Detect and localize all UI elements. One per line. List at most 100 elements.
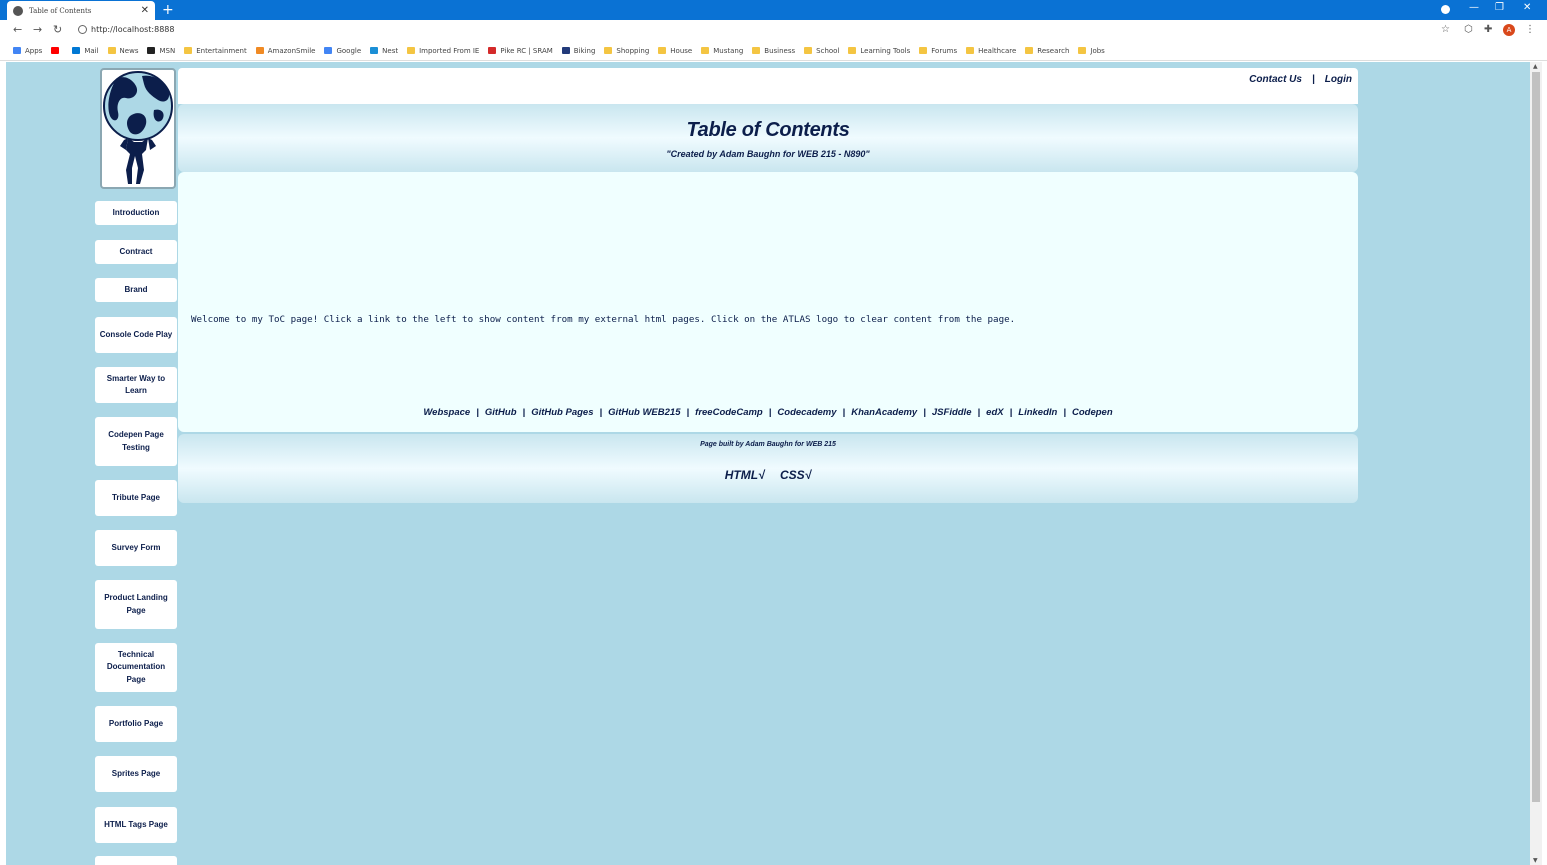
bookmark-item[interactable]: Learning Tools — [848, 47, 910, 55]
bookmark-item[interactable]: MSN — [147, 47, 175, 55]
html-valid-badge[interactable]: HTML√ — [725, 468, 765, 482]
bookmark-item[interactable]: Pike RC | SRAM — [488, 46, 553, 55]
back-arrow-icon[interactable]: ← — [13, 23, 22, 36]
bookmark-label: Pike RC | SRAM — [500, 46, 553, 55]
sidebar-item-introduction[interactable]: Introduction — [95, 201, 177, 225]
footer-credit: Page built by Adam Baughn for WEB 215 — [700, 441, 836, 448]
browser-tab[interactable]: Table of Contents ✕ — [7, 1, 155, 20]
bookmark-item[interactable]: School — [804, 47, 839, 55]
bookmark-item[interactable]: Jobs — [1078, 47, 1105, 55]
contact-us-link[interactable]: Contact Us — [1249, 74, 1302, 85]
bookmark-item[interactable]: Imported From IE — [407, 47, 479, 55]
sidebar-item-portfolio[interactable]: Portfolio Page — [95, 706, 177, 742]
reload-icon[interactable]: ↻ — [53, 23, 62, 36]
css-valid-badge[interactable]: CSS√ — [780, 468, 811, 482]
sidebar-item-tribute-page[interactable]: Tribute Page — [95, 480, 177, 516]
minimize-button[interactable]: — — [1469, 2, 1479, 13]
external-link[interactable]: Codepen — [1072, 407, 1113, 418]
extension-shield-icon[interactable]: ⬡ — [1464, 24, 1473, 35]
bookmark-item[interactable]: Mustang — [701, 47, 743, 55]
bookmark-item[interactable]: Mail — [72, 47, 99, 55]
bookmarks-bar: Apps Mail News MSN Entertainment AmazonSmile G… — [0, 41, 1547, 61]
bookmark-item[interactable]: Shopping — [604, 47, 649, 55]
external-link[interactable]: JSFiddle — [932, 407, 972, 418]
link-separator: | — [842, 407, 846, 418]
sidebar-item-sprites[interactable]: Sprites Page — [95, 756, 177, 792]
bookmark-item[interactable]: Apps — [13, 47, 42, 55]
bookmark-folder-icon — [919, 47, 928, 54]
bookmark-label: Research — [1037, 46, 1070, 55]
external-link[interactable]: KhanAcademy — [851, 407, 917, 418]
bookmark-folder-icon — [966, 47, 975, 54]
bookmark-label: Apps — [25, 46, 43, 55]
page-scrollbar[interactable]: ▲ ▼ — [1530, 62, 1542, 865]
profile-avatar[interactable]: A — [1503, 24, 1515, 36]
bookmark-star-icon[interactable]: ☆ — [1441, 24, 1450, 35]
bookmark-item[interactable]: News — [107, 47, 138, 55]
welcome-text: Welcome to my ToC page! Click a link to … — [191, 314, 1016, 325]
atlas-logo[interactable] — [100, 68, 176, 189]
external-link[interactable]: GitHub WEB215 — [608, 407, 680, 418]
scrollbar-thumb[interactable] — [1532, 72, 1540, 802]
bookmark-label: Entertainment — [196, 46, 247, 55]
bookmark-folder-icon — [184, 47, 193, 54]
sidebar-item-smarter-way[interactable]: Smarter Way to Learn — [95, 367, 177, 403]
external-link[interactable]: edX — [986, 407, 1003, 418]
sidebar-item-html-tags[interactable]: HTML Tags Page — [95, 807, 177, 843]
bookmark-item[interactable]: Healthcare — [966, 47, 1016, 55]
external-link[interactable]: LinkedIn — [1018, 407, 1057, 418]
login-link[interactable]: Login — [1325, 74, 1352, 85]
forward-arrow-icon[interactable]: → — [33, 23, 42, 36]
bookmark-item[interactable]: House — [658, 47, 692, 55]
bookmark-folder-icon — [1025, 47, 1034, 54]
bookmark-label: School — [816, 46, 840, 55]
bookmark-label: Learning Tools — [860, 46, 911, 55]
bookmark-item[interactable]: Research — [1025, 47, 1069, 55]
address-bar[interactable]: http://localhost:8888 — [91, 25, 174, 34]
bookmark-folder-icon — [407, 47, 416, 54]
sidebar-item-partial[interactable] — [95, 856, 177, 865]
main-content: Welcome to my ToC page! Click a link to … — [178, 172, 1358, 432]
tab-title: Table of Contents — [29, 6, 92, 15]
bookmark-folder-icon — [701, 47, 710, 54]
sidebar-item-technical-documentation[interactable]: Technical Documentation Page — [95, 643, 177, 692]
external-link[interactable]: GitHub Pages — [531, 407, 593, 418]
menu-kebab-icon[interactable]: ⋮ — [1525, 24, 1535, 35]
sidebar-item-contract[interactable]: Contract — [95, 240, 177, 264]
external-link[interactable]: Codecademy — [777, 407, 836, 418]
scroll-down-icon[interactable]: ▼ — [1533, 857, 1538, 864]
bookmark-label: House — [670, 46, 693, 55]
site-info-icon[interactable] — [78, 25, 87, 34]
external-link[interactable]: freeCodeCamp — [695, 407, 763, 418]
page-subtitle: "Created by Adam Baughn for WEB 215 - N8… — [666, 149, 870, 159]
sidebar-item-survey-form[interactable]: Survey Form — [95, 530, 177, 566]
bookmark-folder-icon — [804, 47, 813, 54]
bookmark-item[interactable]: Entertainment — [184, 47, 247, 55]
scroll-up-icon[interactable]: ▲ — [1533, 63, 1538, 70]
bookmark-item[interactable]: Business — [752, 47, 795, 55]
bookmark-item[interactable]: Google — [324, 47, 361, 55]
page-title: Table of Contents — [686, 119, 850, 141]
bookmark-item[interactable]: Biking — [561, 47, 595, 55]
record-indicator-icon — [1441, 5, 1450, 14]
bookmark-item[interactable]: AmazonSmile — [255, 47, 315, 55]
bookmark-item[interactable]: Nest — [370, 47, 398, 55]
bookmark-item[interactable]: Forums — [919, 47, 957, 55]
bookmark-folder-icon — [1078, 47, 1087, 54]
sidebar-item-product-landing[interactable]: Product Landing Page — [95, 580, 177, 629]
close-window-button[interactable]: ✕ — [1523, 2, 1531, 13]
external-link[interactable]: Webspace — [423, 407, 470, 418]
external-link[interactable]: GitHub — [485, 407, 517, 418]
bookmark-item[interactable] — [51, 47, 63, 54]
tab-close-icon[interactable]: ✕ — [141, 5, 149, 16]
bookmark-folder-icon — [561, 47, 570, 54]
extensions-puzzle-icon[interactable]: ✚ — [1484, 24, 1492, 35]
new-tab-button[interactable]: + — [162, 1, 174, 19]
maximize-button[interactable]: ❐ — [1495, 2, 1504, 13]
sidebar-item-brand[interactable]: Brand — [95, 278, 177, 302]
browser-toolbar: ← → ↻ http://localhost:8888 ☆ ⬡ ✚ A ⋮ — [0, 20, 1547, 41]
validation-badges: HTML√ CSS√ — [178, 468, 1358, 482]
sidebar-item-codepen-testing[interactable]: Codepen Page Testing — [95, 417, 177, 466]
sidebar-item-console-code-play[interactable]: Console Code Play — [95, 317, 177, 353]
browser-tabstrip: Table of Contents ✕ + — ❐ ✕ — [0, 0, 1547, 20]
